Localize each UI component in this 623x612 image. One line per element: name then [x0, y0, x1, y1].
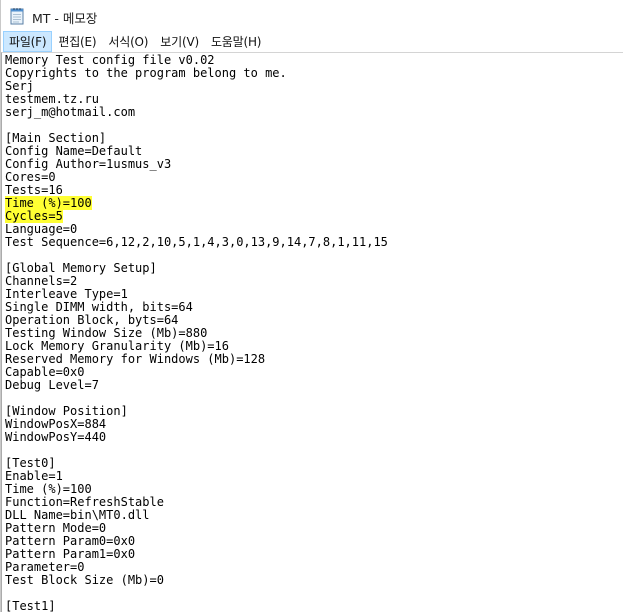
line-text: Debug Level=7	[5, 378, 99, 392]
line-text: Single DIMM width, bits=64	[5, 300, 193, 314]
text-line: [Test1]	[5, 600, 388, 612]
line-text: Pattern Param0=0x0	[5, 534, 136, 548]
menu-edit[interactable]: 편집(E)	[52, 31, 102, 52]
line-text: Pattern Mode=0	[5, 521, 107, 535]
line-text: testmem.tz.ru	[5, 92, 99, 106]
notepad-window: MT - 메모장 파일(F) 편집(E) 서식(O) 보기(V) 도움말(H) Memo…	[0, 0, 623, 612]
line-text: Config Author=1usmus_v3	[5, 157, 172, 171]
line-text: Reserved Memory for Windows (Mb)=128	[5, 352, 266, 366]
line-text: Copyrights to the program belong to me.	[5, 66, 287, 80]
line-text: serj_m@hotmail.com	[5, 105, 136, 119]
line-text: Time (%)=100	[5, 482, 92, 496]
line-text: Channels=2	[5, 274, 78, 288]
line-text: [Test0]	[5, 456, 56, 470]
text-line: Test Block Size (Mb)=0	[5, 574, 388, 587]
menu-view[interactable]: 보기(V)	[154, 31, 205, 52]
line-text: Test Block Size (Mb)=0	[5, 573, 164, 587]
editor-text[interactable]: Memory Test config file v0.02 Copyrights …	[5, 54, 388, 612]
line-text: Capable=0x0	[5, 365, 85, 379]
text-line	[5, 444, 388, 457]
line-text: Tests=16	[5, 183, 63, 197]
line-text: Serj	[5, 79, 34, 93]
line-text: DLL Name=bin\MT0.dll	[5, 508, 150, 522]
menu-help[interactable]: 도움말(H)	[205, 31, 267, 52]
line-text: [Global Memory Setup]	[5, 261, 157, 275]
notepad-icon	[10, 8, 24, 25]
line-text: WindowPosY=440	[5, 430, 107, 444]
line-text: Cycles=5	[5, 209, 63, 223]
window-title: MT - 메모장	[32, 11, 98, 26]
menu-file[interactable]: 파일(F)	[3, 31, 53, 52]
line-text: Operation Block, byts=64	[5, 313, 179, 327]
line-text: Memory Test config file v0.02	[5, 53, 215, 67]
line-text: Lock Memory Granularity (Mb)=16	[5, 339, 229, 353]
line-text: Time (%)=100	[5, 196, 92, 210]
line-text: Config Name=Default	[5, 144, 143, 158]
line-text: [Test1]	[5, 599, 56, 612]
line-text: [Window Position]	[5, 404, 128, 418]
text-line: Debug Level=7	[5, 379, 388, 392]
line-text: Enable=1	[5, 469, 63, 483]
menu-format[interactable]: 서식(O)	[102, 31, 154, 52]
line-text: Cores=0	[5, 170, 56, 184]
text-line: Test Sequence=6,12,2,10,5,1,4,3,0,13,9,1…	[5, 236, 388, 249]
line-text: Test Sequence=6,12,2,10,5,1,4,3,0,13,9,1…	[5, 235, 388, 249]
text-line	[5, 587, 388, 600]
line-text: Function=RefreshStable	[5, 495, 164, 509]
line-text: Language=0	[5, 222, 78, 236]
line-text: Testing Window Size (Mb)=880	[5, 326, 208, 340]
text-line: Copyrights to the program belong to me.	[5, 67, 388, 80]
title-bar[interactable]: MT - 메모장	[1, 0, 623, 32]
line-text: Interleave Type=1	[5, 287, 128, 301]
text-line: WindowPosY=440	[5, 431, 388, 444]
line-text: WindowPosX=884	[5, 417, 107, 431]
line-text: Pattern Param1=0x0	[5, 547, 136, 561]
line-text: Parameter=0	[5, 560, 85, 574]
text-line: Config Author=1usmus_v3	[5, 158, 388, 171]
text-line: serj_m@hotmail.com	[5, 106, 388, 119]
text-editor-area[interactable]: Memory Test config file v0.02 Copyrights …	[1, 52, 623, 612]
line-text: [Main Section]	[5, 131, 107, 145]
menu-bar: 파일(F) 편집(E) 서식(O) 보기(V) 도움말(H)	[1, 31, 623, 52]
